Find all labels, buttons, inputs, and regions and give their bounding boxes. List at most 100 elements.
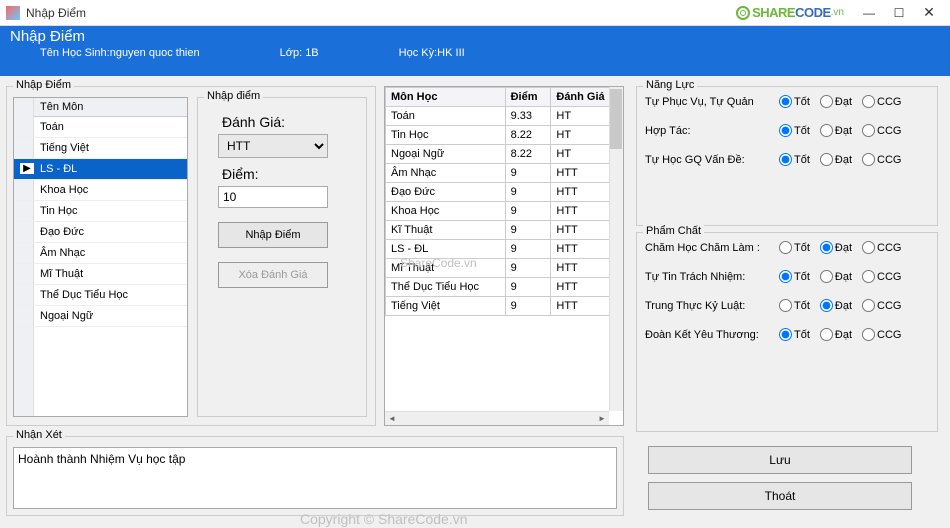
- radio-option[interactable]: CCG: [858, 270, 901, 283]
- scroll-right-icon[interactable]: ►: [595, 411, 609, 425]
- radio-option[interactable]: Tốt: [775, 270, 810, 283]
- table-row[interactable]: Âm Nhạc9HTT: [386, 164, 623, 183]
- scores-table[interactable]: Môn HọcĐiểmĐánh Giá Toán9.33HTTin Học8.2…: [384, 86, 624, 426]
- radio-option[interactable]: Tốt: [775, 153, 810, 166]
- table-row[interactable]: Đạo Đức9HTT: [386, 183, 623, 202]
- radio-option[interactable]: Tốt: [775, 124, 810, 137]
- radio-input[interactable]: [862, 241, 875, 254]
- radio-option[interactable]: CCG: [858, 153, 901, 166]
- radio-row: Chăm Học Chăm Làm :TốtĐạtCCG: [637, 233, 937, 262]
- score-label: Điểm:: [222, 166, 358, 182]
- radio-input[interactable]: [779, 241, 792, 254]
- radio-option[interactable]: Tốt: [775, 95, 810, 108]
- radio-input[interactable]: [862, 299, 875, 312]
- subject-row[interactable]: Mĩ Thuật: [14, 264, 187, 285]
- radio-input[interactable]: [779, 124, 792, 137]
- entry-panel: Nhập điểm Đánh Giá: HTT Điểm: Nhập Điểm …: [197, 97, 367, 417]
- subject-row[interactable]: Tin Học: [14, 201, 187, 222]
- radio-option[interactable]: Đạt: [816, 153, 852, 166]
- radio-input[interactable]: [820, 299, 833, 312]
- radio-option[interactable]: Đạt: [816, 124, 852, 137]
- radio-input[interactable]: [779, 153, 792, 166]
- table-row[interactable]: Toán9.33HT: [386, 107, 623, 126]
- table-row[interactable]: Thể Dục Tiểu Học9HTT: [386, 278, 623, 297]
- save-button[interactable]: Lưu: [648, 446, 912, 474]
- radio-input[interactable]: [820, 95, 833, 108]
- group-phamchat: Phẩm Chất Chăm Học Chăm Làm :TốtĐạtCCGTự…: [636, 232, 938, 432]
- subject-row[interactable]: Toán: [14, 117, 187, 138]
- enter-score-button[interactable]: Nhập Điểm: [218, 222, 328, 248]
- radio-row-label: Hợp Tác:: [645, 125, 775, 137]
- radio-input[interactable]: [862, 270, 875, 283]
- table-row[interactable]: Mĩ Thuật9HTT: [386, 259, 623, 278]
- radio-option[interactable]: Tốt: [775, 241, 810, 254]
- radio-input[interactable]: [820, 124, 833, 137]
- radio-option[interactable]: Đạt: [816, 299, 852, 312]
- table-row[interactable]: Tin Học8.22HT: [386, 126, 623, 145]
- delete-rating-button[interactable]: Xóa Đánh Giá: [218, 262, 328, 288]
- subject-row[interactable]: Tiếng Việt: [14, 138, 187, 159]
- radio-input[interactable]: [779, 95, 792, 108]
- scrollbar-horizontal[interactable]: [385, 411, 609, 425]
- scrollbar-vertical[interactable]: [609, 87, 623, 411]
- group-nangluc-title: Năng Lực: [643, 79, 697, 91]
- subject-row[interactable]: Khoa Học: [14, 180, 187, 201]
- radio-input[interactable]: [862, 328, 875, 341]
- table-row[interactable]: LS - ĐL9HTT: [386, 240, 623, 259]
- radio-option[interactable]: Đạt: [816, 95, 852, 108]
- table-row[interactable]: Kĩ Thuật9HTT: [386, 221, 623, 240]
- subject-row[interactable]: Thể Dục Tiểu Học: [14, 285, 187, 306]
- scroll-left-icon[interactable]: ◄: [385, 411, 399, 425]
- radio-row: Trung Thực Kỷ Luật:Tốt Đạt CCG: [637, 291, 937, 320]
- class-info: Lớp: 1B: [280, 47, 319, 59]
- radio-input[interactable]: [820, 241, 833, 254]
- radio-option[interactable]: Đạt: [816, 328, 852, 341]
- table-row[interactable]: Khoa Học9HTT: [386, 202, 623, 221]
- subject-header: Tên Môn: [14, 98, 187, 117]
- radio-input[interactable]: [779, 270, 792, 283]
- rating-label: Đánh Giá:: [222, 114, 358, 130]
- brand-logo: SHARECODE.vn: [736, 5, 844, 20]
- maximize-button[interactable]: ☐: [884, 3, 914, 23]
- close-button[interactable]: ✕: [914, 3, 944, 23]
- radio-option[interactable]: CCG: [858, 124, 901, 137]
- radio-input[interactable]: [862, 124, 875, 137]
- radio-input[interactable]: [820, 153, 833, 166]
- page-title: Nhập Điểm: [10, 28, 940, 45]
- student-info: Tên Học Sinh:nguyen quoc thien: [40, 47, 200, 59]
- radio-option[interactable]: CCG: [858, 299, 901, 312]
- radio-row: Tự Tin Trách Nhiệm:TốtĐạtCCG: [637, 262, 937, 291]
- radio-row: Hợp Tác:Tốt Đạt CCG: [637, 116, 937, 145]
- radio-input[interactable]: [779, 299, 792, 312]
- radio-row-label: Trung Thực Kỷ Luật:: [645, 300, 775, 312]
- minimize-button[interactable]: —: [854, 3, 884, 23]
- exit-button[interactable]: Thoát: [648, 482, 912, 510]
- table-row[interactable]: Ngoại Ngữ8.22HT: [386, 145, 623, 164]
- table-header[interactable]: Môn Học: [386, 88, 506, 107]
- subject-row[interactable]: Đạo Đức: [14, 222, 187, 243]
- table-row[interactable]: Tiếng Việt9HTT: [386, 297, 623, 316]
- radio-option[interactable]: Tốt: [775, 328, 810, 341]
- radio-input[interactable]: [820, 328, 833, 341]
- subject-row[interactable]: Âm Nhạc: [14, 243, 187, 264]
- radio-input[interactable]: [820, 270, 833, 283]
- radio-input[interactable]: [862, 153, 875, 166]
- radio-row-label: Tự Học GQ Vấn Đề:: [645, 154, 775, 166]
- radio-option[interactable]: CCG: [858, 328, 901, 341]
- radio-input[interactable]: [779, 328, 792, 341]
- titlebar: Nhập Điểm SHARECODE.vn — ☐ ✕: [0, 0, 950, 26]
- comment-textarea[interactable]: [13, 447, 617, 509]
- subject-list[interactable]: Tên Môn ToánTiếng Việt▶LS - ĐLKhoa HọcTi…: [13, 97, 188, 417]
- subject-row[interactable]: Ngoại Ngữ: [14, 306, 187, 327]
- score-input[interactable]: [218, 186, 328, 208]
- table-header[interactable]: Điểm: [505, 88, 551, 107]
- rating-select[interactable]: HTT: [218, 134, 328, 158]
- subject-row[interactable]: ▶LS - ĐL: [14, 159, 187, 180]
- radio-option[interactable]: Đạt: [816, 241, 852, 254]
- radio-option[interactable]: CCG: [858, 241, 901, 254]
- group-enter-score-title: Nhập Điểm: [13, 79, 74, 91]
- radio-input[interactable]: [862, 95, 875, 108]
- radio-option[interactable]: Tốt: [775, 299, 810, 312]
- radio-option[interactable]: CCG: [858, 95, 901, 108]
- radio-option[interactable]: Đạt: [816, 270, 852, 283]
